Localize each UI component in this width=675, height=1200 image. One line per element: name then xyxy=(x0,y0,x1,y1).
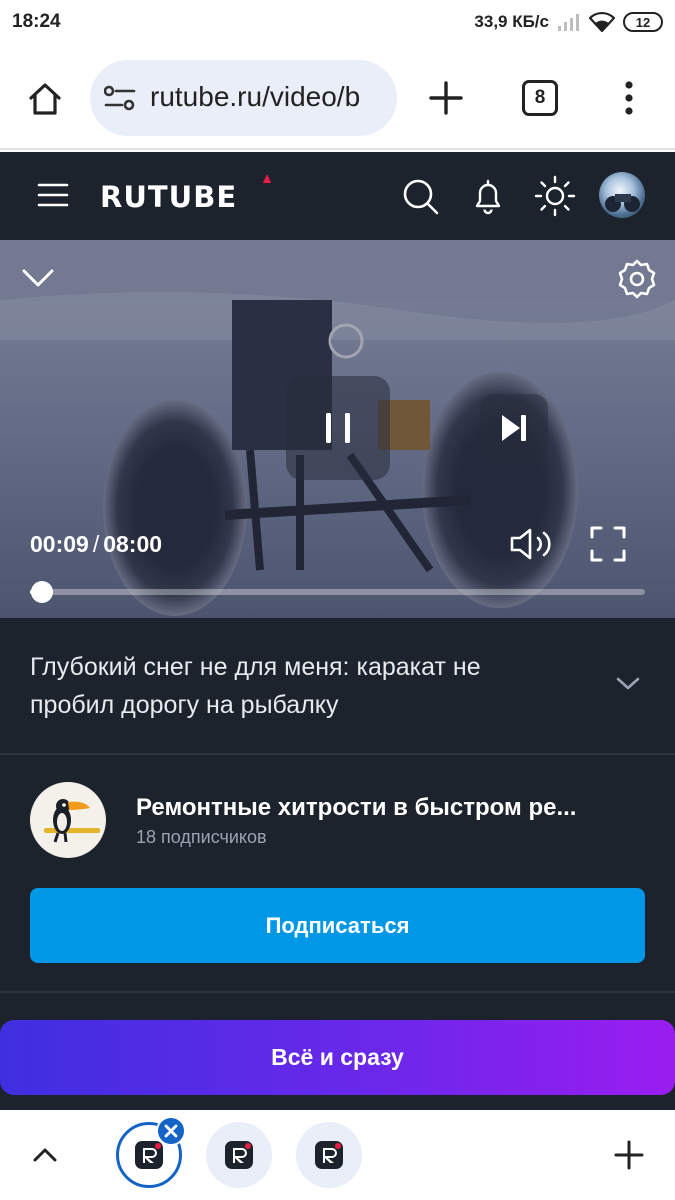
tab-switcher-button[interactable]: 8 xyxy=(522,80,558,116)
url-text: rutube.ru/video/b xyxy=(150,81,361,112)
skip-next-icon xyxy=(502,415,526,441)
home-icon xyxy=(29,83,61,115)
next-video-button[interactable] xyxy=(480,394,548,462)
browser-toolbar: rutube.ru/video/b 8 xyxy=(0,46,675,150)
pause-button[interactable] xyxy=(286,376,390,480)
close-icon xyxy=(164,1124,178,1138)
channel-name[interactable]: Ремонтные хитрости в быстром ре... xyxy=(136,794,606,822)
avatar-photo xyxy=(605,194,640,212)
battery-indicator: 12 xyxy=(623,12,663,32)
rutube-tab-icon xyxy=(315,1141,343,1169)
browser-tab-strip xyxy=(0,1110,675,1200)
channel-avatar[interactable] xyxy=(30,782,106,858)
video-info-section: Глубокий снег не для меня: каракат не пр… xyxy=(0,618,675,1110)
menu-icon[interactable] xyxy=(36,178,70,212)
chevron-up-icon[interactable] xyxy=(30,1140,60,1170)
subscribe-button[interactable]: Подписаться xyxy=(30,888,645,963)
logo-accent-icon xyxy=(263,174,271,183)
progress-handle[interactable] xyxy=(30,581,53,603)
status-indicators: 33,9 КБ/с 12 xyxy=(474,10,663,34)
rutube-tab-icon xyxy=(225,1141,253,1169)
duration: 08:00 xyxy=(103,531,163,557)
site-settings-icon[interactable] xyxy=(104,84,136,112)
divider xyxy=(0,991,675,993)
status-time: 18:24 xyxy=(12,11,61,32)
network-speed: 33,9 КБ/с xyxy=(474,12,549,31)
player-settings-icon[interactable] xyxy=(616,258,658,300)
screen: 18:24 33,9 КБ/с 12 rutube.ru/video/b 8 R… xyxy=(0,0,675,1200)
chevron-down-icon[interactable] xyxy=(614,674,642,694)
video-title: Глубокий снег не для меня: каракат не пр… xyxy=(30,653,481,719)
signal-icon xyxy=(558,14,579,31)
home-button[interactable] xyxy=(22,76,68,122)
volume-icon[interactable] xyxy=(508,524,556,564)
promo-button[interactable]: Всё и сразу xyxy=(0,1020,675,1095)
tab-rutube-3[interactable] xyxy=(296,1122,362,1188)
fullscreen-icon[interactable] xyxy=(588,524,628,564)
toucan-logo-icon xyxy=(44,799,100,843)
plus-icon xyxy=(429,81,463,115)
theme-toggle-icon[interactable] xyxy=(533,174,577,218)
pause-icon xyxy=(326,413,350,443)
status-bar: 18:24 33,9 КБ/с 12 xyxy=(0,0,675,46)
rutube-tab-icon xyxy=(135,1141,163,1169)
site-header: RUTUBE xyxy=(0,152,675,240)
video-player[interactable]: 00:09/08:00 xyxy=(0,240,675,618)
progress-bar[interactable] xyxy=(30,581,645,603)
site-logo[interactable]: RUTUBE xyxy=(100,180,237,214)
close-tab-button[interactable] xyxy=(156,1116,186,1146)
collapse-player-icon[interactable] xyxy=(18,258,58,298)
tab-rutube-2[interactable] xyxy=(206,1122,272,1188)
search-icon[interactable] xyxy=(400,176,440,216)
notifications-icon[interactable] xyxy=(468,176,508,216)
playback-time: 00:09/08:00 xyxy=(30,531,163,557)
divider xyxy=(0,753,675,755)
user-avatar[interactable] xyxy=(599,172,645,218)
wifi-icon xyxy=(589,11,615,33)
more-vert-icon xyxy=(625,81,633,115)
new-tab-button[interactable] xyxy=(424,76,468,120)
browser-menu-button[interactable] xyxy=(612,76,646,120)
add-tab-icon[interactable] xyxy=(613,1139,645,1171)
subscriber-count: 18 подписчиков xyxy=(136,827,267,847)
current-time: 00:09 xyxy=(30,531,89,557)
address-bar[interactable]: rutube.ru/video/b xyxy=(90,60,397,136)
